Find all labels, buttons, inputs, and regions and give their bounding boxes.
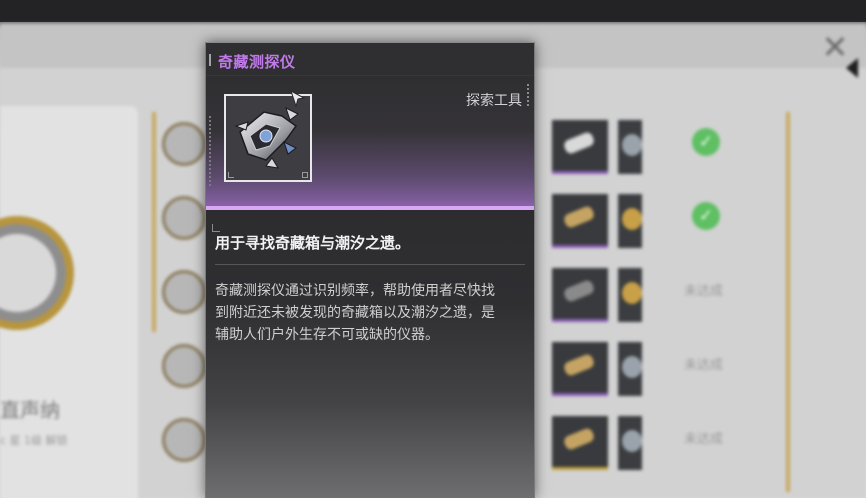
reward-slot[interactable] xyxy=(552,268,608,322)
reward-slot[interactable] xyxy=(618,342,642,396)
status-text: 未达成 xyxy=(684,358,724,373)
item-tooltip: 奇藏测探仪 探索工具 用于寻找奇藏箱与潮汐之遗。 奇藏测探仪通过识别频率，帮助使… xyxy=(205,42,535,498)
reward-slot[interactable] xyxy=(552,342,608,396)
header-tick xyxy=(209,54,211,66)
item-hero: 探索工具 xyxy=(206,76,534,232)
rarity-line xyxy=(206,206,534,210)
medal-icon xyxy=(162,196,206,240)
reward-slot[interactable] xyxy=(618,416,642,470)
medal-icon xyxy=(162,270,206,314)
decorative-ticks xyxy=(209,116,213,186)
item-category: 探索工具 xyxy=(466,93,522,109)
medal-icon xyxy=(162,418,206,462)
decorative-dots xyxy=(527,84,530,106)
medal-icon xyxy=(162,122,206,166)
reward-slot[interactable] xyxy=(618,194,642,248)
drone-scanner-icon xyxy=(234,107,299,169)
reward-slot[interactable] xyxy=(552,416,608,470)
decorative-bracket xyxy=(212,224,220,232)
reward-slot[interactable] xyxy=(618,120,642,174)
game-screen: ✕ 直声纳 c 星 1级 解锁 ✓ ✓ 未达成 未达成 未达成 奇藏测探仪 探索… xyxy=(0,0,866,498)
top-bar xyxy=(0,0,866,22)
item-name: 奇藏测探仪 xyxy=(218,53,296,71)
tooltip-header: 奇藏测探仪 xyxy=(206,42,534,75)
reward-slot[interactable] xyxy=(618,268,642,322)
check-icon: ✓ xyxy=(692,202,720,230)
cursor-icon xyxy=(290,90,306,108)
status-text: 未达成 xyxy=(684,432,724,447)
left-card-subtitle: c 星 1级 解锁 xyxy=(0,434,68,447)
left-info-card: 直声纳 c 星 1级 解锁 xyxy=(0,106,138,498)
reward-slot[interactable] xyxy=(552,120,608,174)
check-icon: ✓ xyxy=(692,128,720,156)
description-line: 辅助人们户外生存不可或缺的仪器。 xyxy=(215,327,439,343)
medal-icon xyxy=(162,344,206,388)
left-card-title: 直声纳 xyxy=(0,398,60,422)
divider xyxy=(215,264,525,265)
description-line: 到附近还未被发现的奇藏箱以及潮汐之遗，是 xyxy=(215,305,495,321)
sonar-disc-icon xyxy=(0,216,74,330)
reward-slot[interactable] xyxy=(552,194,608,248)
description-line: 奇藏测探仪通过识别频率，帮助使用者尽快找 xyxy=(215,283,495,299)
item-summary: 用于寻找奇藏箱与潮汐之遗。 xyxy=(215,234,411,252)
status-text: 未达成 xyxy=(684,284,724,299)
item-description: 奇藏测探仪通过识别频率，帮助使用者尽快找 到附近还未被发现的奇藏箱以及潮汐之遗，… xyxy=(215,280,531,346)
collapse-arrow-icon[interactable] xyxy=(846,58,858,78)
